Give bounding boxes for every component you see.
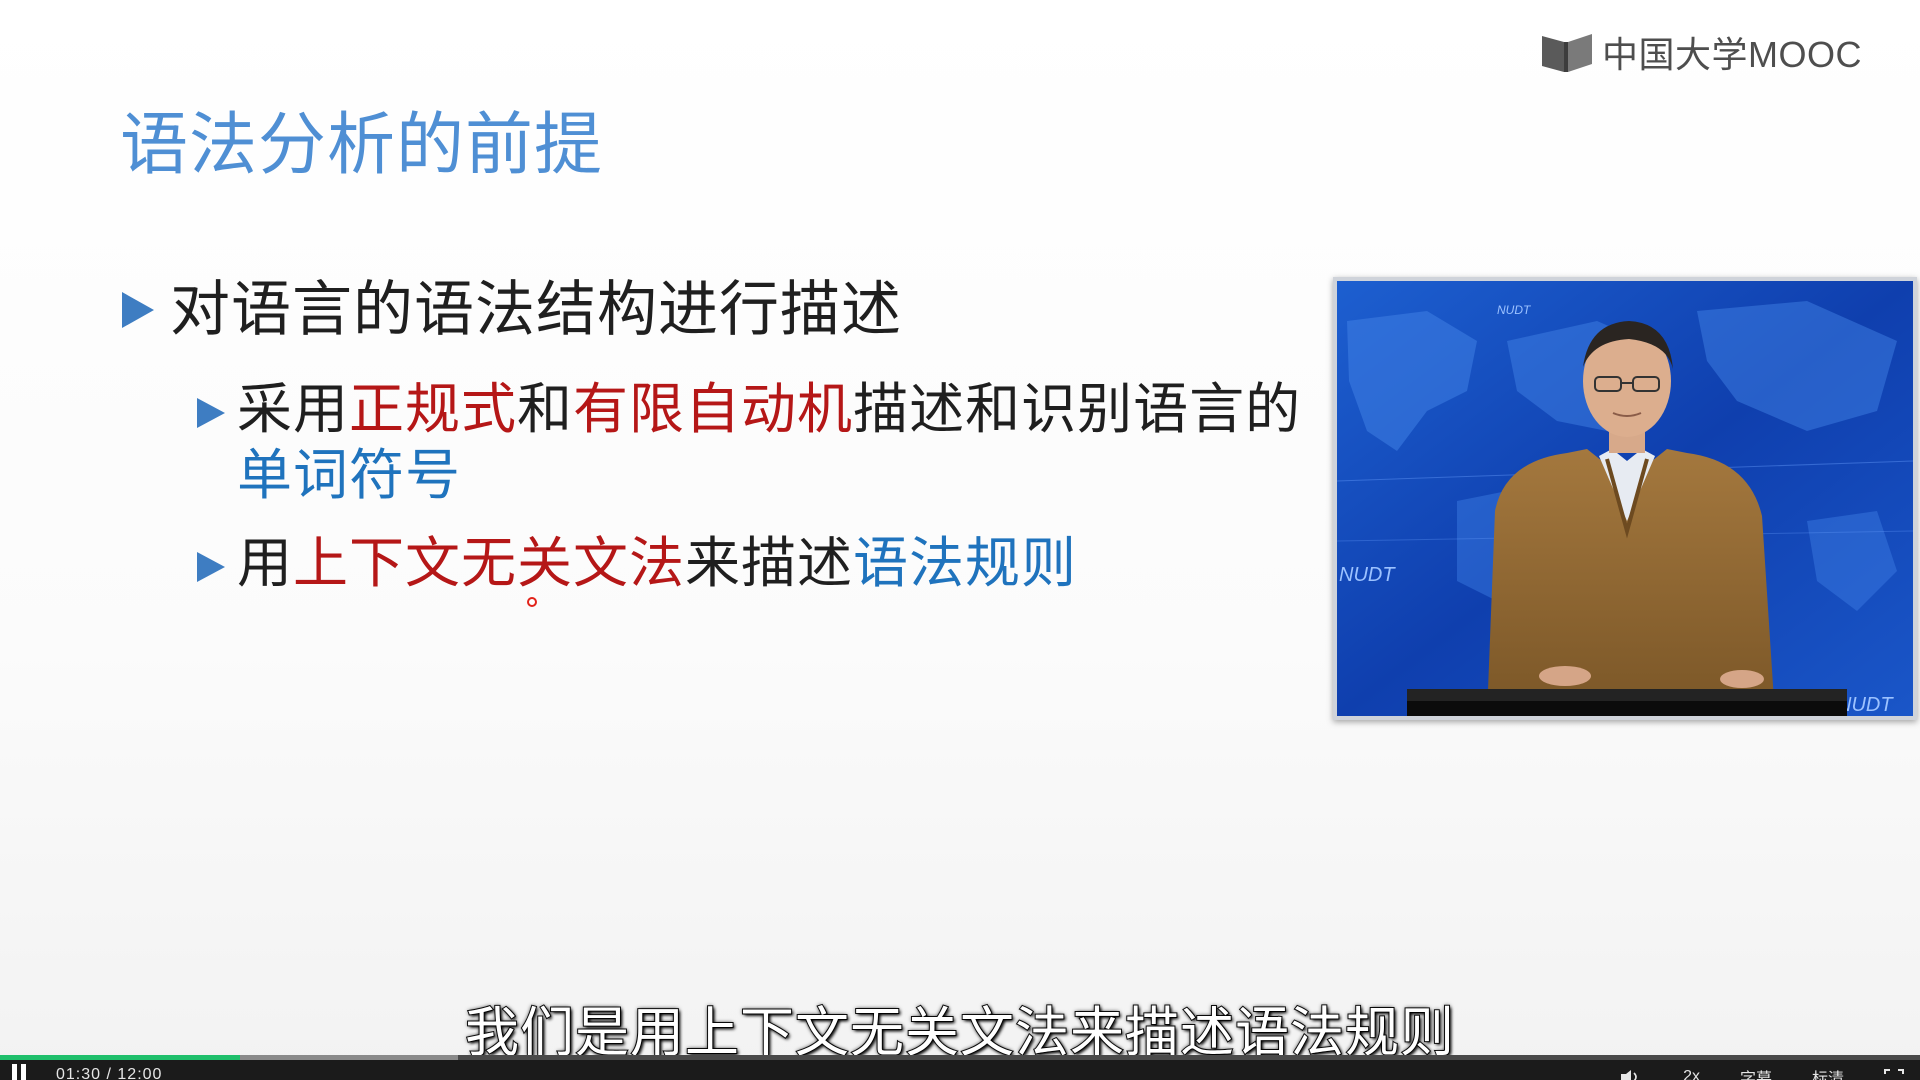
bullet2-token-term: 单词符号	[237, 443, 462, 507]
speed-button[interactable]: 2x	[1683, 1068, 1700, 1080]
bullet-level2-cfg: 用上下文无关文法来描述语法规则	[197, 530, 1077, 596]
time-display: 01:30 / 12:00	[56, 1066, 162, 1080]
bullet1-text: 对语言的语法结构进行描述	[170, 275, 902, 345]
open-book-icon	[1542, 34, 1592, 72]
volume-icon[interactable]	[1619, 1069, 1643, 1080]
duration: 12:00	[117, 1066, 163, 1080]
controls-right: 2x 字幕 标清	[1619, 1065, 1904, 1080]
mooc-logo: 中国大学MOOC	[1540, 26, 1862, 78]
bullet-level1: 对语言的语法结构进行描述	[122, 280, 902, 340]
svg-text:NUDT: NUDT	[1339, 564, 1396, 586]
lecture-video-frame[interactable]: 中国大学MOOC 语法分析的前提 对语言的语法结构进行描述 采用正规式和有限自动…	[0, 0, 1920, 1080]
bullet3-cfg-term: 上下文无关文法	[293, 531, 686, 595]
bullet-triangle-icon	[197, 551, 225, 582]
quality-button[interactable]: 标清	[1812, 1065, 1844, 1080]
bullet2-automaton-term: 有限自动机	[573, 377, 854, 441]
bullet3-part3: 来描述	[685, 531, 854, 595]
laser-pointer-dot	[527, 597, 537, 607]
bullet3-grammar-rules-term: 语法规则	[853, 531, 1078, 595]
bullet-triangle-icon	[197, 397, 225, 428]
instructor-video-picture: NUDT NUDT NUDT	[1337, 281, 1913, 716]
logo-text: 中国大学MOOC	[1602, 34, 1862, 75]
bullet3-part1: 用	[237, 531, 294, 595]
bullet2-part3: 和	[517, 377, 574, 441]
bullet-triangle-icon	[122, 292, 154, 328]
pause-button[interactable]	[12, 1064, 28, 1080]
pause-bar-icon	[12, 1064, 17, 1080]
slide-title: 语法分析的前提	[120, 106, 604, 185]
bullet-level2-regex: 采用正规式和有限自动机描述和识别语言的 单词符号	[197, 376, 1317, 508]
player-controls: 01:30 / 12:00 2x 字幕 标清	[0, 1060, 1920, 1080]
fullscreen-icon[interactable]	[1884, 1069, 1904, 1080]
pause-bar-icon	[21, 1064, 26, 1080]
current-time: 01:30	[56, 1066, 102, 1080]
bullet2-part5: 描述和识别语言的	[853, 377, 1302, 441]
bullet2-part1: 采用	[237, 377, 350, 441]
svg-text:NUDT: NUDT	[1497, 303, 1532, 317]
time-separator: /	[106, 1066, 112, 1080]
caption-button[interactable]: 字幕	[1740, 1065, 1772, 1080]
bullet2-regex-term: 正规式	[349, 377, 518, 441]
instructor-video[interactable]: NUDT NUDT NUDT	[1333, 277, 1917, 720]
